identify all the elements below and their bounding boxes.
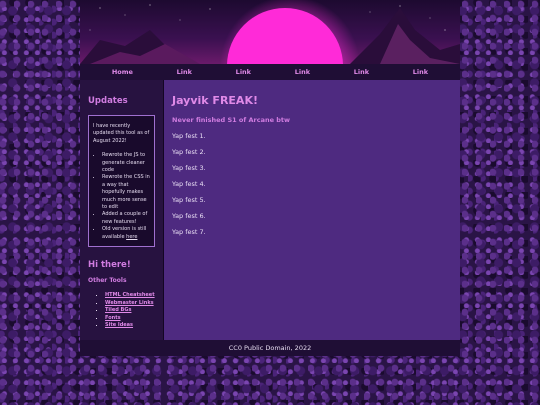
sidebar: Updates I have recently updated this too…	[80, 80, 164, 340]
footer-text: CC0 Public Domain, 2022	[228, 344, 312, 352]
top-navigation: Home Link Link Link Link Link	[80, 64, 460, 80]
nav-link-4[interactable]: Link	[354, 68, 369, 76]
paragraph: Yap fest 1.	[172, 132, 206, 140]
paragraph: Yap fest 3.	[172, 164, 206, 172]
page-subtitle: Never finished S1 of Arcane btw	[172, 116, 291, 124]
nav-link-5[interactable]: Link	[413, 68, 428, 76]
old-version-link[interactable]: here	[126, 234, 137, 240]
update-item: Rewrote the JS to generate cleaner code	[102, 152, 150, 174]
paragraph: Yap fest 4.	[172, 180, 206, 188]
paragraph: Yap fest 6.	[172, 212, 206, 220]
old-version-text: Old version is still available	[102, 226, 147, 240]
updates-intro: I have recently updated this tool as of …	[93, 123, 150, 144]
tool-link-fonts[interactable]: Fonts	[105, 315, 121, 321]
other-tools-list: HTML Cheatsheet Webmaster Links Tiled BG…	[88, 292, 155, 330]
synthwave-sunset-image	[80, 0, 460, 64]
update-item-old-version: Old version is still available here	[102, 226, 150, 241]
tool-link-tiled-bgs[interactable]: Tiled BGs	[105, 307, 131, 313]
paragraph: Yap fest 5.	[172, 196, 206, 204]
updates-list: Rewrote the JS to generate cleaner code …	[93, 152, 150, 241]
tool-item: HTML Cheatsheet	[105, 292, 155, 300]
greeting-heading: Hi there!	[88, 260, 131, 271]
tool-item: Webmaster Links	[105, 300, 155, 308]
tool-link-site-ideas[interactable]: Site Ideas	[105, 322, 133, 328]
paragraph: Yap fest 2.	[172, 148, 206, 156]
update-item: Rewrote the CSS in a way that hopefully …	[102, 174, 150, 211]
main-content: Jayvik FREAK! Never finished S1 of Arcan…	[164, 80, 460, 340]
nav-link-2[interactable]: Link	[236, 68, 251, 76]
nav-home-link[interactable]: Home	[112, 68, 133, 76]
footer: CC0 Public Domain, 2022	[80, 340, 460, 356]
update-item: Added a couple of new features!	[102, 211, 150, 226]
page-container: Home Link Link Link Link Link Updates I …	[80, 0, 460, 356]
other-tools-heading: Other Tools	[88, 277, 127, 285]
nav-link-1[interactable]: Link	[177, 68, 192, 76]
nav-link-3[interactable]: Link	[295, 68, 310, 76]
updates-heading: Updates	[88, 96, 128, 106]
tool-item: Site Ideas	[105, 322, 155, 330]
tool-item: Tiled BGs	[105, 307, 155, 315]
content-area: Updates I have recently updated this too…	[80, 80, 460, 340]
tool-link-html-cheatsheet[interactable]: HTML Cheatsheet	[105, 292, 155, 298]
updates-box: I have recently updated this tool as of …	[88, 115, 155, 248]
paragraph: Yap fest 7.	[172, 228, 206, 236]
tool-link-webmaster-links[interactable]: Webmaster Links	[105, 300, 154, 306]
page-title: Jayvik FREAK!	[172, 94, 258, 107]
tool-item: Fonts	[105, 315, 155, 323]
header-banner	[80, 0, 460, 64]
